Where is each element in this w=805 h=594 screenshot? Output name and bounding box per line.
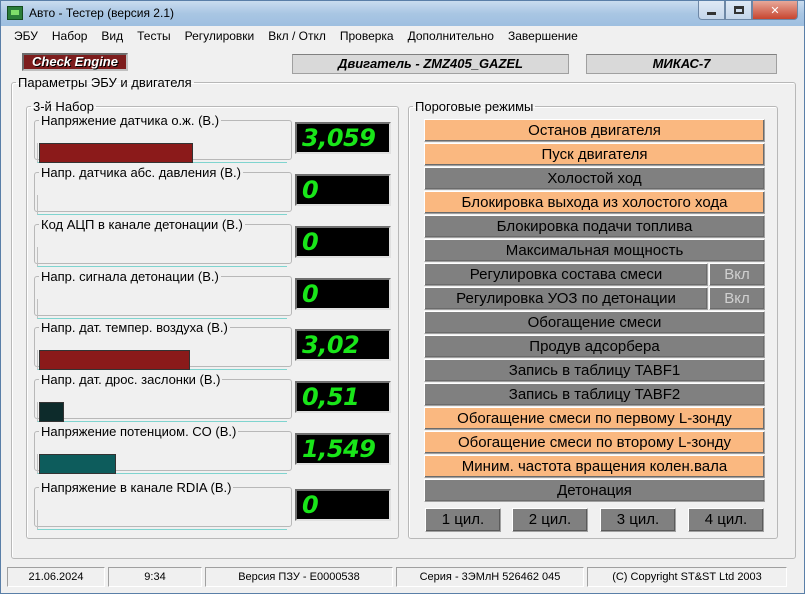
maximize-button[interactable] [725, 1, 752, 20]
mode-indicator: Продув адсорбера [424, 335, 765, 358]
menu-adjustments[interactable]: Регулировки [178, 26, 262, 46]
window-controls: ✕ [698, 1, 798, 20]
sensor-row: Напряжение в канале RDIA (В.) 0 [34, 480, 392, 530]
cylinder-button[interactable]: 1 цил. [425, 508, 501, 532]
params-group-title: Параметры ЭБУ и двигателя [18, 75, 192, 90]
ecu-name-display: МИКАС-7 [586, 54, 777, 74]
menu-on-off[interactable]: Вкл / Откл [261, 26, 333, 46]
sensor-label: Напр. дат. темпер. воздуха (В.) [39, 320, 230, 335]
status-copyright: (C) Copyright ST&ST Ltd 2003 [587, 567, 787, 587]
app-window: Авто - Тестер (версия 2.1) ✕ ЭБУ Набор В… [0, 0, 805, 594]
sensor-row: Напр. дат. темпер. воздуха (В.) 3,02 [34, 320, 392, 370]
menu-extra[interactable]: Дополнительно [401, 26, 501, 46]
sensor-label: Напр. сигнала детонации (В.) [39, 269, 221, 284]
menu-bar: ЭБУ Набор Вид Тесты Регулировки Вкл / От… [1, 26, 804, 46]
sensor-bar-track [37, 402, 287, 422]
mode-enable-toggle[interactable]: Вкл [709, 287, 765, 310]
sensor-bar-track [37, 247, 287, 267]
minimize-button[interactable] [698, 1, 725, 20]
sensor-value-display: 1,549 [295, 433, 391, 465]
menu-tests[interactable]: Тесты [130, 26, 177, 46]
mode-indicator: Запись в таблицу TABF1 [424, 359, 765, 382]
sensor-bar-fill [39, 143, 193, 163]
menu-finish[interactable]: Завершение [501, 26, 585, 46]
sensor-bar-fill [39, 402, 64, 422]
sensor-row: Напряжение потенциом. CO (В.) 1,549 [34, 424, 392, 474]
sensor-bar-fill [39, 454, 116, 474]
menu-set[interactable]: Набор [45, 26, 95, 46]
sensor-row: Напр. датчика абс. давления (В.) 0 [34, 165, 392, 215]
sensor-label: Напряжение датчика о.ж. (В.) [39, 113, 222, 128]
sensor-set-title: 3-й Набор [33, 99, 94, 114]
maximize-icon [733, 6, 744, 14]
status-date: 21.06.2024 [7, 567, 105, 587]
sensor-bar-track [37, 454, 287, 474]
mode-indicator: Регулировка УОЗ по детонации [424, 287, 708, 310]
sensor-value-display: 0 [295, 489, 391, 521]
sensor-value-display: 3,059 [295, 122, 391, 154]
sensor-label: Напр. дат. дрос. заслонки (В.) [39, 372, 223, 387]
check-engine-indicator: Check Engine [22, 53, 128, 71]
engine-name-display: Двигатель - ZMZ405_GAZEL [292, 54, 569, 74]
sensor-label: Напряжение в канале RDIA (В.) [39, 480, 234, 495]
sensor-value-display: 0 [295, 278, 391, 310]
status-time: 9:34 [108, 567, 202, 587]
sensor-row: Напр. сигнала детонации (В.) 0 [34, 269, 392, 319]
threshold-modes-title: Пороговые режимы [415, 99, 534, 114]
mode-indicator: Обогащение смеси [424, 311, 765, 334]
status-bar: 21.06.2024 9:34 Версия ПЗУ - E0000538 Се… [1, 564, 804, 593]
mode-indicator: Пуск двигателя [424, 143, 765, 166]
sensor-row: Код АЦП в канале детонации (В.) 0 [34, 217, 392, 267]
mode-indicator: Блокировка подачи топлива [424, 215, 765, 238]
mode-indicator: Блокировка выхода из холостого хода [424, 191, 765, 214]
mode-indicator: Максимальная мощность [424, 239, 765, 262]
sensor-bar-track [37, 299, 287, 319]
status-rom-version: Версия ПЗУ - E0000538 [205, 567, 393, 587]
sensor-row: Напряжение датчика о.ж. (В.) 3,059 [34, 113, 392, 163]
sensor-bar-track [37, 510, 287, 530]
window-title: Авто - Тестер (версия 2.1) [29, 6, 174, 20]
mode-indicator: Обогащение смеси по первому L-зонду [424, 407, 765, 430]
minimize-icon [707, 11, 716, 15]
sensor-value-display: 0 [295, 226, 391, 258]
close-button[interactable]: ✕ [752, 1, 798, 20]
sensor-label: Код АЦП в канале детонации (В.) [39, 217, 245, 232]
sensor-label: Напр. датчика абс. давления (В.) [39, 165, 243, 180]
mode-indicator: Холостой ход [424, 167, 765, 190]
mode-indicator: Детонация [424, 479, 765, 502]
cylinder-button[interactable]: 2 цил. [512, 508, 588, 532]
title-bar[interactable]: Авто - Тестер (версия 2.1) ✕ [1, 1, 804, 26]
cylinder-button[interactable]: 3 цил. [600, 508, 676, 532]
sensor-bar-track [37, 143, 287, 163]
close-icon: ✕ [770, 4, 780, 17]
mode-indicator: Регулировка состава смеси [424, 263, 708, 286]
sensor-bar-track [37, 350, 287, 370]
mode-indicator: Обогащение смеси по второму L-зонду [424, 431, 765, 454]
menu-check[interactable]: Проверка [333, 26, 401, 46]
mode-enable-toggle[interactable]: Вкл [709, 263, 765, 286]
sensor-value-display: 0,51 [295, 381, 391, 413]
menu-ecu[interactable]: ЭБУ [8, 26, 45, 46]
sensor-value-display: 3,02 [295, 329, 391, 361]
cylinder-button[interactable]: 4 цил. [688, 508, 764, 532]
sensor-bar-fill [39, 350, 190, 370]
app-icon [7, 6, 23, 20]
sensor-label: Напряжение потенциом. CO (В.) [39, 424, 239, 439]
sensor-row: Напр. дат. дрос. заслонки (В.) 0,51 [34, 372, 392, 422]
mode-indicator: Миним. частота вращения колен.вала [424, 455, 765, 478]
mode-indicator: Останов двигателя [424, 119, 765, 142]
menu-view[interactable]: Вид [94, 26, 130, 46]
sensor-value-display: 0 [295, 174, 391, 206]
mode-indicator: Запись в таблицу TABF2 [424, 383, 765, 406]
status-serial: Серия - 3ЭМлН 526462 045 [396, 567, 584, 587]
sensor-bar-track [37, 195, 287, 215]
